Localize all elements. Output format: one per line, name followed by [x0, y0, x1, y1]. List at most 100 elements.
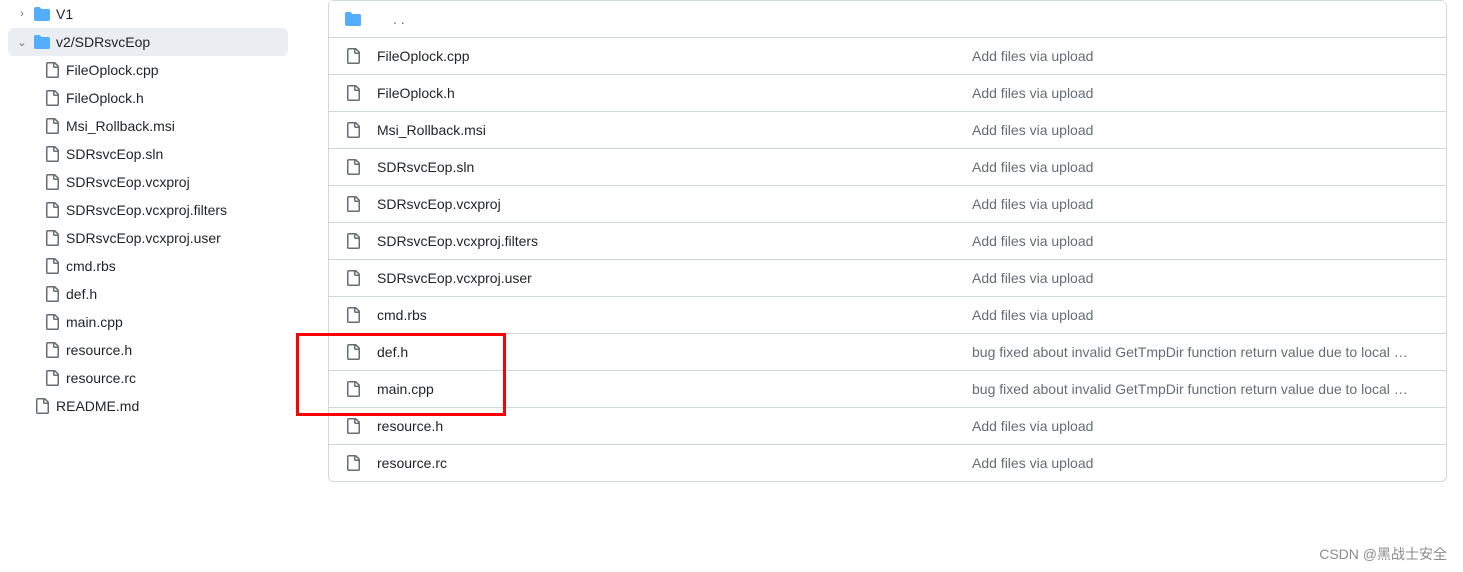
commit-message[interactable]: Add files via upload — [972, 418, 1430, 434]
tree-item-label: SDRsvcEop.vcxproj.user — [66, 230, 221, 246]
commit-message[interactable]: Add files via upload — [972, 270, 1430, 286]
file-icon — [345, 307, 361, 323]
parent-directory-row[interactable]: . . — [329, 0, 1446, 37]
file-name[interactable]: SDRsvcEop.vcxproj.user — [377, 270, 972, 286]
tree-item-label: main.cpp — [66, 314, 123, 330]
tree-file-6[interactable]: SDRsvcEop.vcxproj — [8, 168, 288, 196]
tree-folder-1[interactable]: ⌄ v2/SDRsvcEop — [8, 28, 288, 56]
tree-item-label: resource.h — [66, 342, 132, 358]
table-row[interactable]: FileOplock.hAdd files via upload — [329, 74, 1446, 111]
tree-item-label: resource.rc — [66, 370, 136, 386]
main-content: . . FileOplock.cppAdd files via uploadFi… — [296, 0, 1463, 572]
table-row[interactable]: cmd.rbsAdd files via upload — [329, 296, 1446, 333]
file-icon — [44, 230, 60, 246]
tree-item-label: FileOplock.cpp — [66, 62, 159, 78]
tree-file-4[interactable]: Msi_Rollback.msi — [8, 112, 288, 140]
tree-file-2[interactable]: FileOplock.cpp — [8, 56, 288, 84]
commit-message[interactable]: Add files via upload — [972, 159, 1430, 175]
commit-message[interactable]: Add files via upload — [972, 233, 1430, 249]
file-icon — [44, 118, 60, 134]
file-icon — [44, 90, 60, 106]
commit-message[interactable]: bug fixed about invalid GetTmpDir functi… — [972, 344, 1430, 360]
tree-file-10[interactable]: def.h — [8, 280, 288, 308]
file-name[interactable]: main.cpp — [377, 381, 972, 397]
tree-item-label: def.h — [66, 286, 97, 302]
file-tree-sidebar: › V1 ⌄ v2/SDRsvcEop FileOplock.cpp FileOplock… — [0, 0, 296, 572]
tree-item-label: SDRsvcEop.vcxproj — [66, 174, 190, 190]
tree-item-label: cmd.rbs — [66, 258, 116, 274]
tree-item-label: V1 — [56, 6, 73, 22]
folder-icon — [34, 6, 50, 22]
file-icon — [345, 344, 361, 360]
table-row[interactable]: SDRsvcEop.vcxproj.userAdd files via uplo… — [329, 259, 1446, 296]
file-icon — [44, 370, 60, 386]
file-icon — [44, 342, 60, 358]
file-name[interactable]: resource.rc — [377, 455, 972, 471]
file-icon — [345, 418, 361, 434]
file-name[interactable]: def.h — [377, 344, 972, 360]
tree-file-13[interactable]: resource.rc — [8, 364, 288, 392]
tree-file-12[interactable]: resource.h — [8, 336, 288, 364]
file-name[interactable]: SDRsvcEop.sln — [377, 159, 972, 175]
tree-item-label: SDRsvcEop.vcxproj.filters — [66, 202, 227, 218]
chevron-right-icon[interactable]: › — [16, 8, 28, 20]
file-icon — [345, 159, 361, 175]
app-container: ›V1⌄v2/SDRsvcEopFileOplock.cppFileOplock… — [0, 0, 1463, 572]
tree-file-14[interactable]: README.md — [8, 392, 288, 420]
file-table: . . FileOplock.cppAdd files via uploadFi… — [328, 0, 1447, 482]
chevron-down-icon[interactable]: ⌄ — [16, 36, 28, 49]
tree-folder-0[interactable]: › V1 — [8, 0, 288, 28]
commit-message[interactable]: Add files via upload — [972, 196, 1430, 212]
file-icon — [345, 381, 361, 397]
commit-message[interactable]: Add files via upload — [972, 122, 1430, 138]
file-icon — [44, 202, 60, 218]
file-icon — [34, 398, 50, 414]
file-name[interactable]: SDRsvcEop.vcxproj.filters — [377, 233, 972, 249]
tree-file-3[interactable]: FileOplock.h — [8, 84, 288, 112]
commit-message[interactable]: Add files via upload — [972, 48, 1430, 64]
tree-item-label: FileOplock.h — [66, 90, 144, 106]
table-row[interactable]: Msi_Rollback.msiAdd files via upload — [329, 111, 1446, 148]
file-icon — [44, 314, 60, 330]
table-row[interactable]: resource.hAdd files via upload — [329, 407, 1446, 444]
parent-dir-label: . . — [393, 11, 405, 27]
file-icon — [44, 146, 60, 162]
table-row[interactable]: SDRsvcEop.vcxprojAdd files via upload — [329, 185, 1446, 222]
file-icon — [345, 122, 361, 138]
file-icon — [44, 258, 60, 274]
file-name[interactable]: SDRsvcEop.vcxproj — [377, 196, 972, 212]
file-icon — [345, 196, 361, 212]
tree-item-label: Msi_Rollback.msi — [66, 118, 175, 134]
file-name[interactable]: cmd.rbs — [377, 307, 972, 323]
file-name[interactable]: Msi_Rollback.msi — [377, 122, 972, 138]
file-icon — [345, 270, 361, 286]
tree-file-9[interactable]: cmd.rbs — [8, 252, 288, 280]
table-row[interactable]: SDRsvcEop.slnAdd files via upload — [329, 148, 1446, 185]
file-icon — [44, 286, 60, 302]
tree-file-5[interactable]: SDRsvcEop.sln — [8, 140, 288, 168]
file-name[interactable]: resource.h — [377, 418, 972, 434]
commit-message[interactable]: Add files via upload — [972, 85, 1430, 101]
file-name[interactable]: FileOplock.h — [377, 85, 972, 101]
file-icon — [345, 48, 361, 64]
folder-icon — [345, 11, 361, 27]
commit-message[interactable]: Add files via upload — [972, 455, 1430, 471]
file-icon — [345, 455, 361, 471]
table-row[interactable]: SDRsvcEop.vcxproj.filtersAdd files via u… — [329, 222, 1446, 259]
table-row[interactable]: def.hbug fixed about invalid GetTmpDir f… — [329, 333, 1446, 370]
table-row[interactable]: main.cppbug fixed about invalid GetTmpDi… — [329, 370, 1446, 407]
table-row[interactable]: FileOplock.cppAdd files via upload — [329, 37, 1446, 74]
tree-file-8[interactable]: SDRsvcEop.vcxproj.user — [8, 224, 288, 252]
folder-icon — [34, 34, 50, 50]
file-icon — [345, 85, 361, 101]
watermark-text: CSDN @黑战士安全 — [1319, 544, 1447, 564]
tree-item-label: README.md — [56, 398, 139, 414]
commit-message[interactable]: Add files via upload — [972, 307, 1430, 323]
tree-file-7[interactable]: SDRsvcEop.vcxproj.filters — [8, 196, 288, 224]
tree-file-11[interactable]: main.cpp — [8, 308, 288, 336]
tree-item-label: SDRsvcEop.sln — [66, 146, 163, 162]
tree-item-label: v2/SDRsvcEop — [56, 34, 150, 50]
file-name[interactable]: FileOplock.cpp — [377, 48, 972, 64]
commit-message[interactable]: bug fixed about invalid GetTmpDir functi… — [972, 381, 1430, 397]
table-row[interactable]: resource.rcAdd files via upload — [329, 444, 1446, 481]
